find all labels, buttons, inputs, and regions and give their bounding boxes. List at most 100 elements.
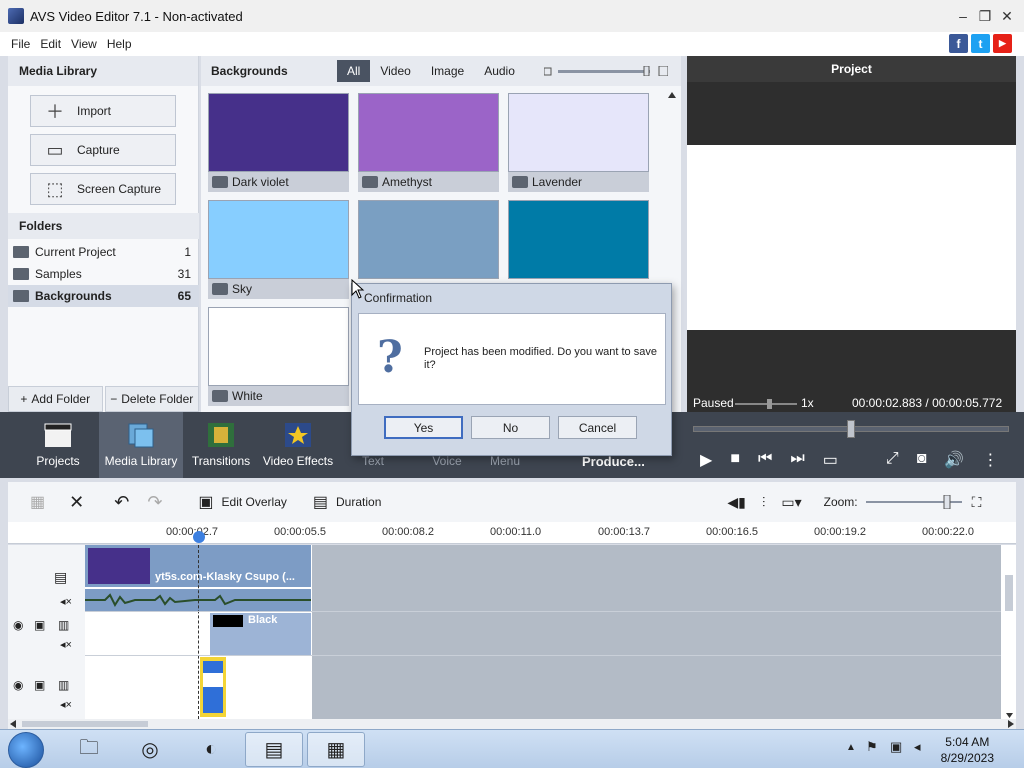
- tile-label: Lavender: [532, 175, 583, 189]
- eye-icon[interactable]: ◉: [13, 618, 23, 632]
- firefox-icon[interactable]: ◐: [182, 732, 240, 767]
- preview-seek-bar[interactable]: [693, 420, 1009, 438]
- background-tile[interactable]: White: [208, 307, 349, 406]
- import-button[interactable]: ＋ Import: [30, 95, 176, 127]
- mute-icon[interactable]: ◂×: [60, 698, 72, 711]
- track-area[interactable]: yt5s.com-Klasky Csupo (... Black: [85, 545, 1001, 719]
- selected-clip[interactable]: [200, 657, 226, 717]
- youtube-icon[interactable]: ▶: [993, 34, 1012, 53]
- snap-icon[interactable]: ◀▮: [727, 494, 745, 511]
- minimize-icon[interactable]: –: [952, 6, 974, 26]
- delete-icon[interactable]: ✕: [69, 492, 84, 513]
- lock-icon[interactable]: ▣: [34, 618, 45, 632]
- playhead-handle[interactable]: [193, 531, 205, 543]
- mute-icon[interactable]: ◂×: [60, 595, 72, 608]
- snapshot-icon[interactable]: ◙: [917, 450, 927, 470]
- timeline-horizontal-scrollbar[interactable]: [8, 719, 1016, 729]
- projects-label: Projects: [36, 454, 80, 468]
- file-explorer-icon[interactable]: 🗀: [60, 732, 118, 767]
- next-frame-icon[interactable]: ⏭: [790, 450, 804, 470]
- twitter-icon[interactable]: t: [971, 34, 990, 53]
- tile-label: Amethyst: [382, 175, 433, 189]
- undo-icon[interactable]: ↶: [114, 492, 129, 513]
- notepad-icon[interactable]: ▤: [245, 732, 303, 767]
- no-button[interactable]: No: [471, 416, 550, 439]
- lock-icon[interactable]: ▣: [34, 678, 45, 692]
- filter-all[interactable]: All: [337, 60, 371, 82]
- menu-help[interactable]: Help: [102, 37, 137, 51]
- mute-icon[interactable]: ◂×: [60, 638, 72, 651]
- volume-icon[interactable]: 🔊: [944, 450, 964, 470]
- duration-button[interactable]: ▤ Duration: [313, 492, 381, 512]
- yes-button[interactable]: Yes: [384, 416, 463, 439]
- chrome-icon[interactable]: ◎: [121, 732, 179, 767]
- background-tile[interactable]: Dark violet: [208, 93, 349, 192]
- folder-samples[interactable]: Samples 31: [8, 263, 199, 285]
- fit-timeline-icon[interactable]: ⛶: [972, 494, 982, 511]
- playback-time: 00:00:02.883 / 00:00:05.772: [852, 396, 1003, 410]
- eye-icon[interactable]: ◉: [13, 678, 23, 692]
- storyboard-icon[interactable]: ▦: [30, 492, 45, 512]
- close-icon[interactable]: ✕: [996, 6, 1018, 26]
- backgrounds-heading: Backgrounds: [211, 64, 288, 78]
- filter-image[interactable]: Image: [421, 60, 474, 82]
- seek-handle[interactable]: [847, 420, 855, 438]
- filter-audio[interactable]: Audio: [474, 60, 525, 82]
- menu-file[interactable]: File: [0, 37, 35, 51]
- playback-speed: 1x: [801, 396, 814, 410]
- more-icon[interactable]: ⋮: [982, 450, 998, 470]
- audio-mixer-icon[interactable]: ⫶: [762, 494, 766, 511]
- folder-current-project[interactable]: Current Project 1: [8, 241, 199, 263]
- play-icon[interactable]: ▶: [700, 450, 712, 470]
- timeline-ruler[interactable]: 00:00:02.7 00:00:05.5 00:00:08.2 00:00:1…: [8, 522, 1016, 544]
- menu-edit[interactable]: Edit: [35, 37, 66, 51]
- background-tile[interactable]: Sky: [208, 200, 349, 299]
- overlay-clip[interactable]: Black: [210, 613, 311, 655]
- speed-slider[interactable]: [735, 399, 797, 409]
- avs-video-editor-icon[interactable]: ▦: [307, 732, 365, 767]
- tile-swatch: [508, 93, 649, 172]
- start-button[interactable]: [8, 732, 44, 768]
- capture-button[interactable]: ▭ Capture: [30, 134, 176, 166]
- facebook-icon[interactable]: f: [949, 34, 968, 53]
- restore-icon[interactable]: ❐: [974, 6, 996, 26]
- previous-frame-icon[interactable]: ⏮: [758, 450, 772, 470]
- cancel-button[interactable]: Cancel: [558, 416, 637, 439]
- produce-button[interactable]: Produce...: [582, 454, 645, 469]
- volume-tray-icon[interactable]: ◂: [914, 739, 921, 755]
- zoom-slider[interactable]: [865, 495, 962, 509]
- media-library-button[interactable]: Media Library: [99, 412, 183, 478]
- thumbnail-size-slider[interactable]: [544, 66, 668, 76]
- screen-capture-icon: ⬚: [46, 178, 64, 199]
- transitions-button[interactable]: Transitions: [190, 412, 252, 478]
- background-tile[interactable]: Amethyst: [358, 93, 499, 192]
- background-tile[interactable]: Lavender: [508, 93, 649, 192]
- clip-thumbnail: [88, 548, 150, 584]
- folder-icon: [13, 268, 29, 280]
- stop-icon[interactable]: ■: [730, 450, 740, 470]
- delete-folder-button[interactable]: − Delete Folder: [104, 386, 199, 412]
- projects-button[interactable]: Projects: [28, 412, 88, 478]
- folder-backgrounds[interactable]: Backgrounds 65: [8, 285, 199, 307]
- dialog-title: Confirmation: [364, 291, 433, 305]
- menu-view[interactable]: View: [66, 37, 102, 51]
- redo-icon[interactable]: ↷: [147, 492, 162, 513]
- fullscreen-icon[interactable]: ⤢: [886, 450, 899, 470]
- network-icon[interactable]: ▣: [890, 739, 902, 755]
- display-options-icon[interactable]: ▭▾: [781, 494, 801, 511]
- action-center-icon[interactable]: ⚑: [866, 739, 878, 755]
- filter-video[interactable]: Video: [370, 60, 420, 82]
- screen-capture-button[interactable]: ⬚ Screen Capture: [30, 173, 176, 205]
- edit-overlay-button[interactable]: ▣ Edit Overlay: [198, 492, 286, 512]
- tray-arrow-icon[interactable]: ▲: [846, 742, 856, 753]
- tile-swatch: [358, 200, 499, 279]
- tracks-scrollbar[interactable]: [1003, 545, 1016, 719]
- video-effects-button[interactable]: Video Effects: [262, 412, 334, 478]
- add-folder-button[interactable]: + Add Folder: [8, 386, 103, 412]
- split-icon[interactable]: ▭: [823, 450, 838, 470]
- overlay-label: Black: [248, 614, 278, 626]
- clock[interactable]: 5:04 AM 8/29/2023: [941, 734, 994, 766]
- ruler-tick: 00:00:02.7: [166, 526, 218, 538]
- zoom-label: Zoom:: [823, 495, 858, 509]
- overlay-track-icon: ▥: [58, 678, 70, 692]
